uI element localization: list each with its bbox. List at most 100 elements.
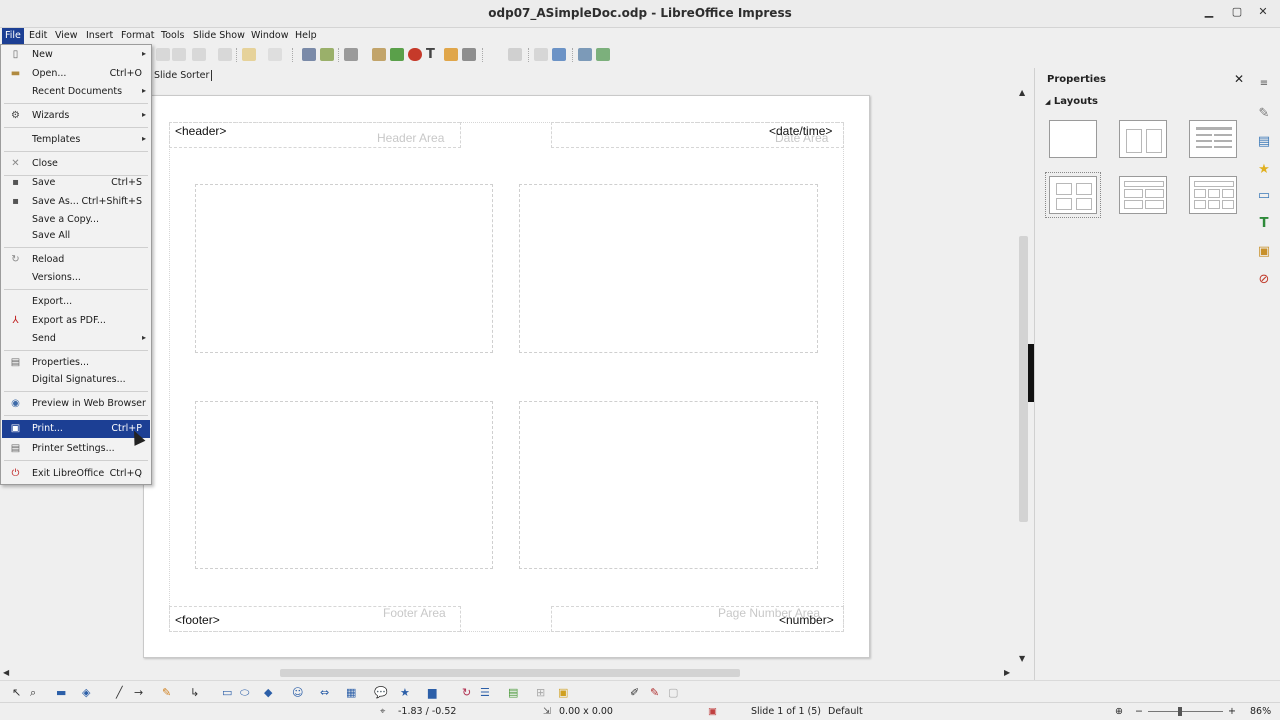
layouts-section-header[interactable]: ◢ Layouts [1045,96,1098,107]
3d-objects-icon[interactable]: ▆ [428,686,436,699]
maximize-button[interactable]: ▢ [1228,5,1246,21]
zoom-icon[interactable]: ⌕ [30,686,36,700]
menu-item-wizards[interactable]: ⚙ Wizards ▸ [2,107,150,125]
arrow-tool-icon[interactable]: → [134,686,143,699]
menu-item-print[interactable]: ▣ Print... Ctrl+P [2,420,150,438]
menu-insert[interactable]: Insert [86,30,113,41]
paste-icon[interactable] [172,48,186,61]
layout-blank[interactable] [1049,120,1097,158]
callouts-icon[interactable]: 💬 [374,686,388,699]
layout-four-content[interactable] [1045,172,1101,218]
rectangle-icon[interactable]: ▭ [222,686,232,699]
document-modified-icon[interactable]: ▣ [708,706,717,717]
rotate-icon[interactable]: ↻ [462,686,471,699]
fit-slide-icon[interactable]: ⊕ [1115,706,1123,717]
stars-icon[interactable]: ★ [400,686,410,699]
gallery-icon[interactable]: ▣ [1256,244,1272,260]
properties-deck-icon[interactable]: ✎ [1256,106,1272,122]
symbol-shapes-icon[interactable]: ☺ [292,686,303,699]
navigator-icon[interactable]: ⊘ [1256,272,1272,288]
menu-help[interactable]: Help [295,30,317,41]
menu-item-recent-documents[interactable]: Recent Documents ▸ [2,83,150,101]
toggle-extrusion-icon[interactable]: ▢ [668,686,678,699]
block-arrows-icon[interactable]: ⇔ [320,686,329,699]
zoom-slider-handle[interactable] [1178,707,1182,716]
menu-item-preview-web[interactable]: ◉ Preview in Web Browser [2,395,150,413]
master-slide-name[interactable]: Default [828,706,863,717]
flowchart-icon[interactable]: ▦ [346,686,356,699]
fontwork-icon[interactable] [444,48,458,61]
line-tool-icon[interactable]: ╱ [116,686,123,699]
content-placeholder[interactable] [195,401,493,569]
layout-title-six-content[interactable] [1189,176,1237,214]
clone-formatting-icon[interactable] [192,48,206,61]
clear-formatting-icon[interactable] [218,48,232,61]
sidebar-close-button[interactable]: ✕ [1234,72,1244,86]
find-replace-icon[interactable] [302,48,316,61]
undo-icon[interactable] [242,48,256,61]
media-icon[interactable] [408,48,422,61]
zoom-out-button[interactable]: − [1135,706,1143,717]
layout-title-content[interactable] [1189,120,1237,158]
slide-canvas[interactable]: Header Area <header> Date Area <date/tim… [143,95,870,658]
table-icon[interactable] [344,48,358,61]
menu-item-close[interactable]: ✕ Close [2,155,150,173]
menu-item-printer-settings[interactable]: ▤ Printer Settings... [2,440,150,458]
menu-item-export-pdf[interactable]: ⅄ Export as PDF... [2,312,150,330]
menu-edit[interactable]: Edit [29,30,47,41]
display-views-icon[interactable] [578,48,592,61]
basic-shapes-icon[interactable]: ◆ [264,686,272,699]
master-slides-icon[interactable]: ▭ [1256,188,1272,204]
horizontal-scroll-thumb[interactable] [280,669,740,677]
show-draw-functions-icon[interactable] [508,48,522,61]
copy-icon[interactable] [156,48,170,61]
menu-view[interactable]: View [55,30,78,41]
menu-slide-show[interactable]: Slide Show [193,30,245,41]
select-icon[interactable]: ↖ [12,686,21,699]
menu-item-save[interactable]: ▪ Save Ctrl+S [2,174,150,192]
menu-item-send[interactable]: Send ▸ [2,330,150,348]
image-icon[interactable] [372,48,386,61]
curve-tool-icon[interactable]: ✎ [162,686,171,699]
ellipse-icon[interactable]: ⬭ [240,686,249,700]
menu-item-export[interactable]: Export... [2,293,150,311]
menu-item-versions[interactable]: Versions... [2,269,150,287]
zoom-slider[interactable] [1148,707,1223,716]
spelling-icon[interactable] [320,48,334,61]
number-field[interactable]: <number> [779,613,834,627]
menu-item-digital-signatures[interactable]: Digital Signatures... [2,371,150,389]
content-placeholder[interactable] [519,401,818,569]
scroll-left-icon[interactable]: ◀ [3,668,9,677]
start-from-current-icon[interactable] [552,48,566,61]
points-icon[interactable]: ✐ [630,686,639,699]
layout-title-only[interactable] [1119,120,1167,158]
animation-icon[interactable]: ★ [1256,162,1272,178]
menu-format[interactable]: Format [121,30,154,41]
sidebar-menu-icon[interactable]: ≡ [1256,76,1272,92]
zoom-level[interactable]: 86% [1250,706,1271,717]
align-icon[interactable]: ☰ [480,686,490,699]
arrange-icon[interactable]: ▤ [508,686,518,699]
horizontal-scrollbar[interactable]: ◀ ▶ [0,666,1016,680]
menu-item-reload[interactable]: ↻ Reload [2,251,150,269]
styles-icon[interactable]: T [1256,216,1272,232]
redo-icon[interactable] [268,48,282,61]
content-placeholder[interactable] [195,184,493,353]
menu-tools[interactable]: Tools [161,30,184,41]
shadow-icon[interactable]: ▣ [558,686,568,699]
scroll-right-icon[interactable]: ▶ [1004,668,1010,677]
start-from-first-icon[interactable] [534,48,548,61]
scroll-down-icon[interactable]: ▼ [1019,654,1025,663]
master-slide-icon[interactable] [596,48,610,61]
menu-item-open[interactable]: ▬ Open... Ctrl+O [2,65,150,83]
datetime-field[interactable]: <date/time> [769,124,832,138]
menu-file[interactable]: File [2,28,24,44]
close-window-button[interactable]: ✕ [1254,5,1272,21]
menu-window[interactable]: Window [251,30,288,41]
minimize-button[interactable]: ▁ [1200,5,1218,21]
menu-item-save-as[interactable]: ▪ Save As... Ctrl+Shift+S [2,193,150,211]
fill-color-icon[interactable]: ◈ [82,686,90,699]
content-placeholder[interactable] [519,184,818,353]
header-field[interactable]: <header> [175,124,226,138]
chart-icon[interactable] [390,48,404,61]
